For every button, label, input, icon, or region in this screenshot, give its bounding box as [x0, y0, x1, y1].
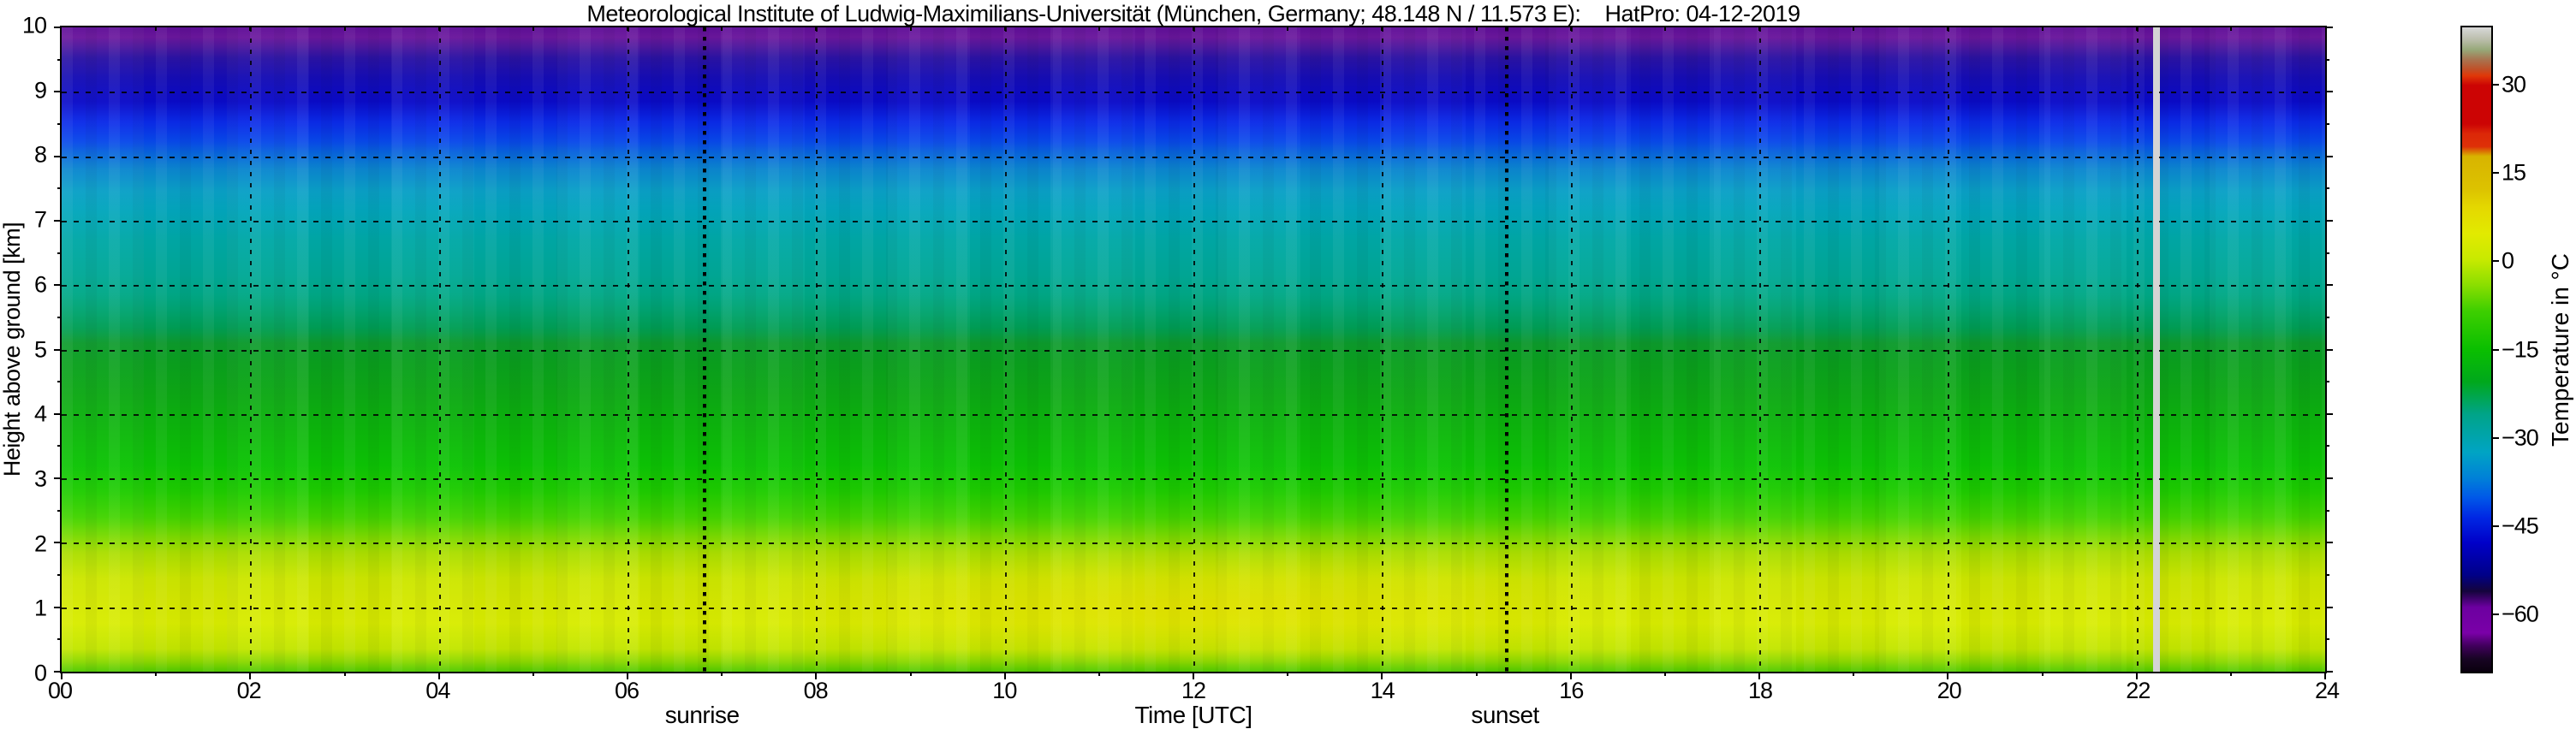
x-tick-label: 08	[804, 678, 828, 704]
gridline-02utc	[250, 27, 252, 672]
gridline-08utc	[816, 27, 818, 672]
sunrise-label: sunrise	[665, 702, 740, 729]
colorbar-title-wrap: Temperature in °C	[2544, 26, 2576, 673]
colorbar-title: Temperature in °C	[2547, 253, 2574, 447]
gridline-18utc	[1759, 27, 1761, 672]
colorbar-tick-label: 0	[2502, 248, 2514, 275]
x-tick-label: 04	[425, 678, 449, 704]
x-tick-label: 22	[2126, 678, 2150, 704]
gridline-16utc	[1571, 27, 1573, 672]
colorbar-tick-label: −30	[2502, 424, 2538, 451]
y-axis-title-wrap: Height above ground [km]	[0, 26, 27, 673]
colorbar-tick-label: −60	[2502, 602, 2538, 628]
y-tick-label: 4	[34, 401, 46, 428]
sunrise-line	[703, 27, 706, 672]
y-tick-label: 8	[34, 142, 46, 169]
x-tick-label: 16	[1559, 678, 1583, 704]
colorbar-ticks	[2460, 26, 2493, 673]
x-tick-label: 06	[615, 678, 639, 704]
y-tick-label: 9	[34, 77, 46, 104]
gridline-06utc	[628, 27, 629, 672]
gridline-20utc	[1948, 27, 1949, 672]
y-tick-label: 2	[34, 530, 46, 557]
sunset-line	[1505, 27, 1508, 672]
x-tick-label: 14	[1371, 678, 1395, 704]
y-tick-label: 5	[34, 336, 46, 363]
hatpro-temperature-figure: Meteorological Institute of Ludwig-Maxim…	[0, 0, 2576, 727]
colorbar-tick-label: −15	[2502, 336, 2538, 363]
x-tick-label: 10	[992, 678, 1016, 704]
chart-title: Meteorological Institute of Ludwig-Maxim…	[60, 1, 2327, 27]
x-tick-label: 12	[1181, 678, 1205, 704]
x-tick-label: 02	[237, 678, 261, 704]
y-tick-label: 7	[34, 207, 46, 234]
gridline-14utc	[1382, 27, 1383, 672]
y-tick-label: 3	[34, 465, 46, 492]
heatmap-plot-area	[60, 26, 2327, 673]
y-tick-label: 0	[34, 661, 46, 687]
y-tick-label: 1	[34, 596, 46, 622]
gridline-22utc	[2137, 27, 2139, 672]
x-tick-label: 24	[2315, 678, 2339, 704]
x-tick-label: 00	[48, 678, 72, 704]
y-tick-label: 6	[34, 271, 46, 298]
x-axis-tick-labels: 00 02 04 06 08 10 12 14 16 18 20 22 24	[60, 678, 2327, 703]
below-axis-annotations: sunrise Time [UTC] sunset	[60, 702, 2327, 729]
gridline-12utc	[1193, 27, 1195, 672]
x-axis-title: Time [UTC]	[1134, 702, 1252, 729]
gridline-04utc	[439, 27, 441, 672]
sunset-label: sunset	[1471, 702, 1539, 729]
gridline-10utc	[1005, 27, 1007, 672]
colorbar-tick-label: −45	[2502, 513, 2538, 539]
y-axis-title: Height above ground [km]	[0, 222, 27, 477]
colorbar-tick-label: 15	[2502, 160, 2525, 187]
colorbar-tick-label: 30	[2502, 71, 2525, 98]
x-tick-label: 18	[1748, 678, 1772, 704]
x-tick-label: 20	[1937, 678, 1961, 704]
